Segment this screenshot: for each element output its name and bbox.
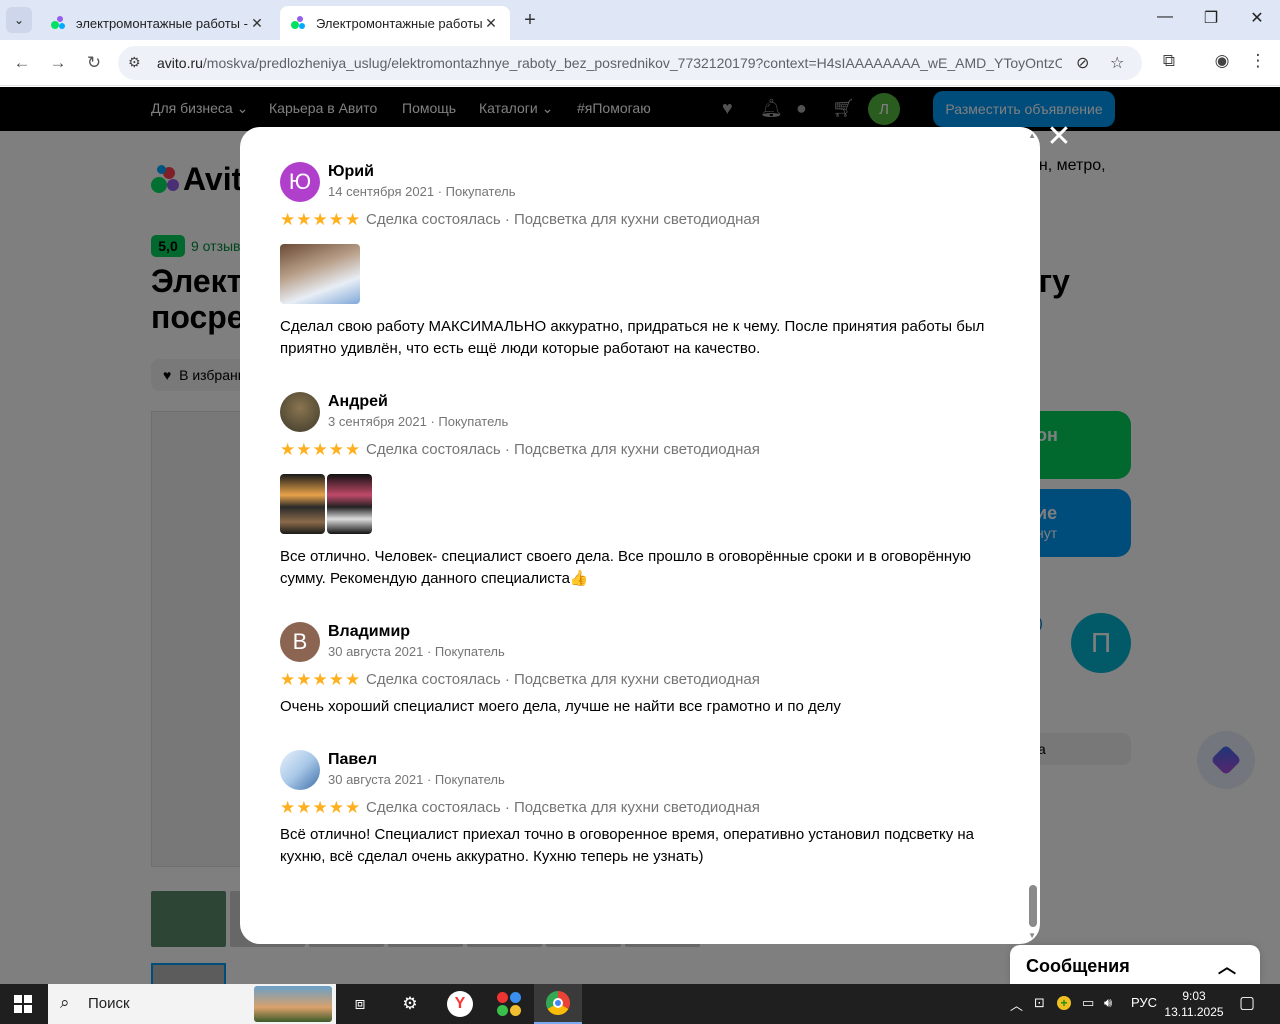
review-deal-info: Сделка состоялась · Подсветка для кухни … [366, 211, 760, 228]
rating-stars-icon: ★★★★★ [280, 798, 362, 817]
new-tab-icon[interactable]: + [518, 9, 542, 32]
reviewer-avatar [280, 392, 320, 432]
reload-icon[interactable]: ↻ [82, 51, 106, 75]
reviewer-name: Владимир [328, 623, 411, 640]
avito-favicon [50, 15, 66, 31]
tracking-protection-icon[interactable]: ⊘ [1076, 53, 1089, 73]
browser-tab-1[interactable]: электромонтажные работы - Авито ✕ [40, 6, 276, 40]
review-photo[interactable] [327, 474, 372, 534]
review-text: Всё отлично! Специалист приехал точно в … [280, 826, 975, 865]
taskbar-clock[interactable]: 9:03 13.11.2025 [1160, 988, 1228, 1020]
close-tab-icon[interactable]: ✕ [482, 15, 500, 32]
scrollbar-thumb[interactable] [1029, 885, 1037, 927]
windows-start-icon[interactable] [14, 995, 32, 1013]
messages-widget[interactable]: Сообщения ︿ [1010, 945, 1260, 985]
taskbar-search[interactable]: ⌕ Поиск [48, 984, 336, 1024]
windows-taskbar: ⌕ Поиск ⧈ ⚙ Y ︿ ⊡ + ▭ 🔊︎ РУС 9:03 13.11.… [0, 984, 1280, 1024]
tray-chevron-up-icon[interactable]: ︿ [1010, 995, 1023, 1014]
review-date: 30 августа 2021 · Покупатель [328, 644, 505, 659]
browser-tab-2[interactable]: Электромонтажные работы без посредников … [280, 6, 510, 40]
close-window-icon[interactable]: ✕ [1242, 8, 1272, 28]
clock-time: 9:03 [1182, 989, 1206, 1003]
avito-favicon [290, 15, 306, 31]
yandex-browser-icon[interactable]: Y [436, 984, 484, 1024]
scroll-down-arrow-icon[interactable]: ▼ [1028, 931, 1036, 940]
tab-title: электромонтажные работы - Авито [76, 15, 248, 31]
profile-icon[interactable]: ◉ [1210, 51, 1234, 71]
task-view-icon[interactable]: ⧈ [348, 992, 372, 1016]
reviewer-name: Андрей [328, 393, 388, 410]
browser-tab-strip: ⌄ электромонтажные работы - Авито ✕ Элек… [0, 0, 1280, 40]
review-photos [280, 474, 372, 534]
reviews-modal: Ю Юрий 14 сентября 2021 · Покупатель ★★★… [240, 127, 1040, 944]
review-date: 14 сентября 2021 · Покупатель [328, 184, 516, 199]
close-tab-icon[interactable]: ✕ [248, 15, 266, 32]
address-bar[interactable]: ⚙ avito.ru/moskva/predlozheniya_uslug/el… [118, 46, 1142, 80]
reviewer-avatar [280, 750, 320, 790]
tray-app-icon[interactable]: + [1057, 995, 1071, 1010]
tab-title: Электромонтажные работы без посредников [316, 15, 482, 31]
review-text: Все отлично. Человек- специалист своего … [280, 548, 971, 587]
review-deal-info: Сделка состоялась · Подсветка для кухни … [366, 441, 760, 458]
review-photo[interactable] [280, 244, 360, 304]
minimize-icon[interactable]: — [1150, 8, 1180, 26]
volume-icon[interactable]: 🔊︎ [1104, 995, 1112, 1011]
review-photos [280, 244, 360, 304]
review-date: 3 сентября 2021 · Покупатель [328, 414, 509, 429]
reviewer-avatar: Ю [280, 162, 320, 202]
url-text[interactable]: avito.ru/moskva/predlozheniya_uslug/elek… [157, 55, 1062, 71]
reviewer-name: Павел [328, 751, 378, 768]
review-photo[interactable] [280, 474, 325, 534]
network-icon[interactable]: ▭ [1082, 995, 1094, 1011]
rating-stars-icon: ★★★★★ [280, 210, 362, 229]
modal-scrollbar[interactable] [1028, 131, 1038, 939]
bookmark-star-icon[interactable]: ☆ [1110, 53, 1124, 73]
rating-stars-icon: ★★★★★ [280, 440, 362, 459]
reviewer-avatar: В [280, 622, 320, 662]
site-info-icon[interactable]: ⚙ [128, 54, 141, 71]
review-text: Очень хороший специалист моего дела, луч… [280, 698, 841, 715]
scroll-up-arrow-icon[interactable]: ▲ [1028, 131, 1036, 140]
rating-stars-icon: ★★★★★ [280, 670, 362, 689]
settings-gear-icon[interactable]: ⚙ [398, 992, 422, 1016]
search-highlight-image[interactable] [254, 986, 332, 1022]
review-deal-info: Сделка состоялась · Подсветка для кухни … [366, 799, 760, 816]
forward-icon[interactable]: → [46, 51, 70, 75]
review-date: 30 августа 2021 · Покупатель [328, 772, 505, 787]
review-text: Сделал свою работу МАКСИМАЛЬНО аккуратно… [280, 318, 985, 357]
browser-toolbar: ← → ↻ ⚙ avito.ru/moskva/predlozheniya_us… [0, 40, 1280, 86]
tab-search-button[interactable]: ⌄ [6, 7, 32, 33]
review-deal-info: Сделка состоялась · Подсветка для кухни … [366, 671, 760, 688]
input-language[interactable]: РУС [1131, 995, 1157, 1010]
tray-camera-icon[interactable]: ⊡ [1034, 995, 1045, 1011]
taskbar-search-label: Поиск [88, 995, 130, 1012]
menu-dots-icon[interactable]: ⋮ [1246, 51, 1270, 71]
notifications-icon[interactable]: ▢ [1239, 993, 1255, 1013]
clock-date: 13.11.2025 [1164, 1005, 1224, 1019]
chevron-up-icon[interactable]: ︿ [1218, 953, 1236, 979]
search-icon: ⌕ [60, 993, 70, 1012]
restore-icon[interactable]: ❐ [1196, 8, 1226, 28]
close-modal-icon[interactable]: ✕ [1044, 122, 1074, 154]
chrome-icon[interactable] [534, 984, 582, 1024]
app-grid-icon[interactable] [485, 984, 533, 1024]
extensions-icon[interactable]: ⧉ [1157, 51, 1181, 71]
reviewer-name: Юрий [328, 163, 374, 180]
back-icon[interactable]: ← [10, 51, 34, 75]
